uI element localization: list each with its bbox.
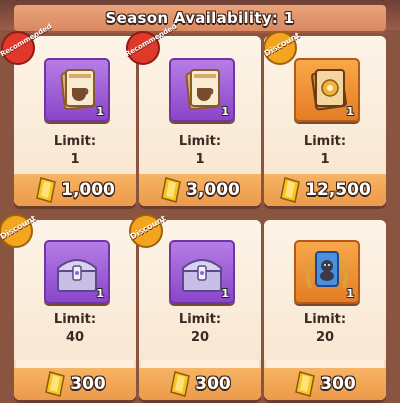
buy-button[interactable]: 3,000 bbox=[139, 174, 261, 206]
limit-value: 20 bbox=[190, 330, 210, 345]
limit-label: Limit: bbox=[303, 312, 347, 327]
item-quantity: 1 bbox=[96, 287, 104, 300]
gold-gem-icon bbox=[295, 371, 316, 397]
gold-gem-icon bbox=[36, 177, 56, 203]
item-frame: 1 bbox=[169, 58, 235, 122]
limit-value: 1 bbox=[320, 152, 330, 167]
buy-button[interactable]: 300 bbox=[264, 368, 386, 400]
item-quantity: 1 bbox=[221, 287, 229, 300]
recommended-badge: Recommended bbox=[0, 22, 53, 70]
limit-label: Limit: bbox=[178, 312, 222, 327]
price-value: 1,000 bbox=[61, 180, 115, 200]
discount-badge: Discount bbox=[0, 213, 38, 253]
item-frame: 1 bbox=[294, 58, 360, 122]
price-value: 300 bbox=[320, 374, 356, 394]
gold-gem-icon bbox=[280, 177, 301, 203]
limit-label: Limit: bbox=[53, 312, 97, 327]
season-availability-title: Season Availability: 1 bbox=[105, 9, 295, 27]
limit-value: 1 bbox=[195, 152, 205, 167]
item-quantity: 1 bbox=[346, 287, 354, 300]
item-quantity: 1 bbox=[346, 105, 354, 118]
limit-label: Limit: bbox=[178, 134, 222, 149]
limit-value: 1 bbox=[70, 152, 80, 167]
limit-value: 20 bbox=[315, 330, 335, 345]
buy-button[interactable]: 300 bbox=[14, 368, 136, 400]
price-value: 3,000 bbox=[186, 180, 240, 200]
recommended-badge: Recommended bbox=[124, 22, 178, 70]
buy-button[interactable]: 1,000 bbox=[14, 174, 136, 206]
gold-gem-icon bbox=[45, 371, 66, 397]
price-value: 300 bbox=[195, 374, 231, 394]
item-frame: 1 bbox=[294, 240, 360, 304]
season-availability-banner: Season Availability: 1 bbox=[14, 5, 386, 31]
discount-badge: Discount bbox=[128, 213, 168, 253]
item-frame: 1 bbox=[44, 240, 110, 304]
price-value: 300 bbox=[70, 374, 106, 394]
buy-button[interactable]: 300 bbox=[139, 368, 261, 400]
limit-label: Limit: bbox=[53, 134, 97, 149]
item-frame: 1 bbox=[44, 58, 110, 122]
discount-badge: Discount bbox=[262, 30, 302, 70]
item-quantity: 1 bbox=[96, 105, 104, 118]
limit-value: 40 bbox=[65, 330, 85, 345]
gold-gem-icon bbox=[170, 371, 191, 397]
limit-label: Limit: bbox=[303, 134, 347, 149]
item-frame: 1 bbox=[169, 240, 235, 304]
shop-card-6[interactable]: 1 Limit: 20 300 bbox=[264, 220, 386, 400]
buy-button[interactable]: 12,500 bbox=[264, 174, 386, 206]
price-value: 12,500 bbox=[305, 180, 371, 200]
item-quantity: 1 bbox=[221, 105, 229, 118]
gold-gem-icon bbox=[161, 177, 181, 203]
